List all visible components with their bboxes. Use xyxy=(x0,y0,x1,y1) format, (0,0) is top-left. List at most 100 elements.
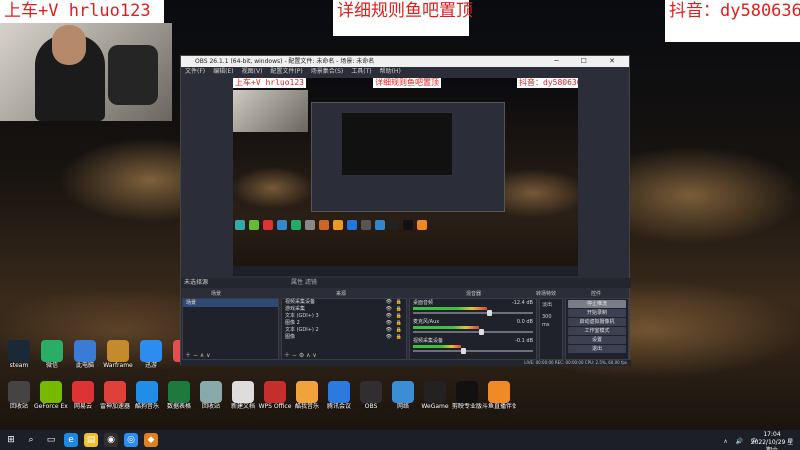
taskbar-clock[interactable]: 17:04 2022/10/29 星期六 xyxy=(748,431,796,450)
desktop-icon[interactable]: WPS Office xyxy=(258,381,292,425)
stream-overlay-left: 上车+V hrluo123 xyxy=(0,0,164,23)
menu-item[interactable]: 帮助(H) xyxy=(380,67,401,77)
desktop-icon-label: WeGame xyxy=(421,403,449,410)
desktop-icon-label: 网络 xyxy=(396,403,409,410)
desktop-icon[interactable]: 此电脑 xyxy=(68,340,102,384)
scenes-toolbar[interactable]: ＋ − ∧ ∨ xyxy=(185,352,211,360)
visibility-eye-icon[interactable]: 👁 xyxy=(386,306,392,313)
warframe-icon xyxy=(107,340,129,362)
source-item[interactable]: 文本 (GDI+) 2 👁 🔒 xyxy=(282,327,406,334)
source-item[interactable]: 视频采集设备 👁 🔒 xyxy=(282,299,406,306)
control-button[interactable]: 工作室模式 xyxy=(568,327,626,335)
desktop-icon[interactable]: 微信 xyxy=(35,340,69,384)
excel-icon xyxy=(168,381,190,403)
desktop-icon[interactable]: 数据表格 xyxy=(162,381,196,425)
menu-item[interactable]: 工具(T) xyxy=(351,67,371,77)
lock-icon[interactable]: 🔒 xyxy=(396,306,402,313)
control-button[interactable]: 设置 xyxy=(568,336,626,344)
mixer-channel-name: 麦克风/Aux xyxy=(413,319,440,325)
preview-webcam xyxy=(233,90,308,132)
desktop-icon[interactable]: Warframe xyxy=(101,340,135,384)
preview-taskbar xyxy=(233,266,578,276)
mixer-channel-db: -0.1 dB xyxy=(515,338,533,344)
desktop-icon[interactable]: GeForce Experience xyxy=(34,381,68,425)
lock-icon[interactable]: 🔒 xyxy=(396,327,402,334)
visibility-eye-icon[interactable]: 👁 xyxy=(386,313,392,320)
visibility-eye-icon[interactable]: 👁 xyxy=(386,299,392,306)
volume-slider-knob[interactable] xyxy=(487,310,493,316)
meeting-icon xyxy=(328,381,350,403)
search-icon[interactable]: ⌕ xyxy=(24,433,38,447)
edge-icon[interactable]: e xyxy=(64,433,78,447)
desktop-icon[interactable]: 雷神加速器 xyxy=(98,381,132,425)
source-label: 图像 2 xyxy=(285,320,300,326)
volume-slider-knob[interactable] xyxy=(479,329,484,335)
desktop-icon[interactable]: 酷狗音乐 xyxy=(130,381,164,425)
control-button[interactable]: 退出 xyxy=(568,345,626,353)
task-view-icon[interactable]: ▭ xyxy=(44,433,58,447)
visibility-eye-icon[interactable]: 👁 xyxy=(386,320,392,327)
volume-slider[interactable] xyxy=(413,348,533,354)
control-button[interactable]: 开始录制 xyxy=(568,309,626,317)
volume-slider[interactable] xyxy=(413,310,533,316)
source-item[interactable]: 游戏采集 👁 🔒 xyxy=(282,306,406,313)
control-button[interactable]: 停止推流 xyxy=(568,300,626,308)
sources-toolbar[interactable]: ＋ − ⚙ ∧ ∨ xyxy=(284,352,317,360)
obs-taskbar-icon[interactable]: ◉ xyxy=(104,433,118,447)
desktop-icon-label: 回收站 xyxy=(9,403,28,410)
transition-select[interactable]: 淡出 xyxy=(540,299,562,311)
douyu-taskbar-icon[interactable]: ◆ xyxy=(144,433,158,447)
transition-duration[interactable]: 300 ms xyxy=(540,311,562,331)
visibility-eye-icon[interactable]: 👁 xyxy=(386,327,392,334)
browser-taskbar-icon[interactable]: ◎ xyxy=(124,433,138,447)
mixer-dock: 桌面音频 -12.4 dB 麦克风/Aux 0.0 dB 视频采集设备 -0.1 dB xyxy=(409,298,537,360)
volume-slider[interactable] xyxy=(413,329,533,335)
desktop-icon[interactable]: steam xyxy=(2,340,36,384)
lock-icon[interactable]: 🔒 xyxy=(396,334,402,341)
document-icon xyxy=(232,381,254,403)
source-item[interactable]: 图像 2 👁 🔒 xyxy=(282,320,406,327)
properties-filters-label[interactable]: 属性 滤镜 xyxy=(291,278,317,288)
menu-item[interactable]: 编辑(E) xyxy=(213,67,233,77)
stream-overlay-right: 抖音：dy5806363 xyxy=(665,0,800,42)
desktop-icon[interactable]: 网络 xyxy=(386,381,420,425)
desktop-icon[interactable]: 酷我音乐 xyxy=(290,381,324,425)
file-explorer-icon[interactable]: ▤ xyxy=(84,433,98,447)
desktop-icon[interactable]: 新建文档 xyxy=(226,381,260,425)
obs-titlebar[interactable]: OBS 26.1.1 (64-bit, windows) - 配置文件: 未命名… xyxy=(181,56,629,67)
transitions-dock-title: 转场特效 xyxy=(536,291,557,297)
scene-item[interactable]: 场景 xyxy=(183,299,278,307)
menu-item[interactable]: 文件(F) xyxy=(185,67,205,77)
source-item[interactable]: 图像 👁 🔒 xyxy=(282,334,406,341)
obs-window[interactable]: OBS 26.1.1 (64-bit, windows) - 配置文件: 未命名… xyxy=(180,55,631,366)
menu-item[interactable]: 配置文件(P) xyxy=(270,67,302,77)
desktop-icon[interactable]: OBS xyxy=(354,381,388,425)
start-icon[interactable]: ⊞ xyxy=(4,433,18,447)
control-button[interactable]: 启动虚拟摄像机 xyxy=(568,318,626,326)
desktop-icon[interactable]: 回收站 xyxy=(194,381,228,425)
menu-item[interactable]: 场景集合(S) xyxy=(311,67,344,77)
volume-meter xyxy=(413,307,488,310)
desktop-icon[interactable]: 回收站 xyxy=(2,381,36,425)
desktop-icon[interactable]: 迅游 xyxy=(134,340,168,384)
lock-icon[interactable]: 🔒 xyxy=(396,320,402,327)
window-controls[interactable]: ─ ☐ ✕ xyxy=(554,56,625,67)
volume-slider-knob[interactable] xyxy=(461,348,466,354)
desktop-icon-label: OBS xyxy=(364,403,378,410)
source-item[interactable]: 文本 (GDI+) 3 👁 🔒 xyxy=(282,313,406,320)
xunyou-icon xyxy=(140,340,162,362)
menu-item[interactable]: 视图(V) xyxy=(242,67,263,77)
webcam-feed xyxy=(0,23,172,121)
desktop-icon[interactable]: 网易云 xyxy=(66,381,100,425)
visibility-eye-icon[interactable]: 👁 xyxy=(386,334,392,341)
webcam-head xyxy=(52,25,86,65)
desktop-icon-label: 回收站 xyxy=(201,403,220,410)
desktop-icon[interactable]: 剪映专业版 xyxy=(450,381,484,425)
desktop-icon[interactable]: 斗鱼直播伴侣 xyxy=(482,381,516,425)
lock-icon[interactable]: 🔒 xyxy=(396,313,402,320)
lock-icon[interactable]: 🔒 xyxy=(396,299,402,306)
desktop-icon[interactable]: 腾讯会议 xyxy=(322,381,356,425)
obs-preview[interactable]: 上车+V hrluo123 详细规则鱼吧置顶 抖音：dy5806363 xyxy=(233,78,578,276)
desktop-icon[interactable]: WeGame xyxy=(418,381,452,425)
source-label: 文本 (GDI+) 3 xyxy=(285,313,319,319)
